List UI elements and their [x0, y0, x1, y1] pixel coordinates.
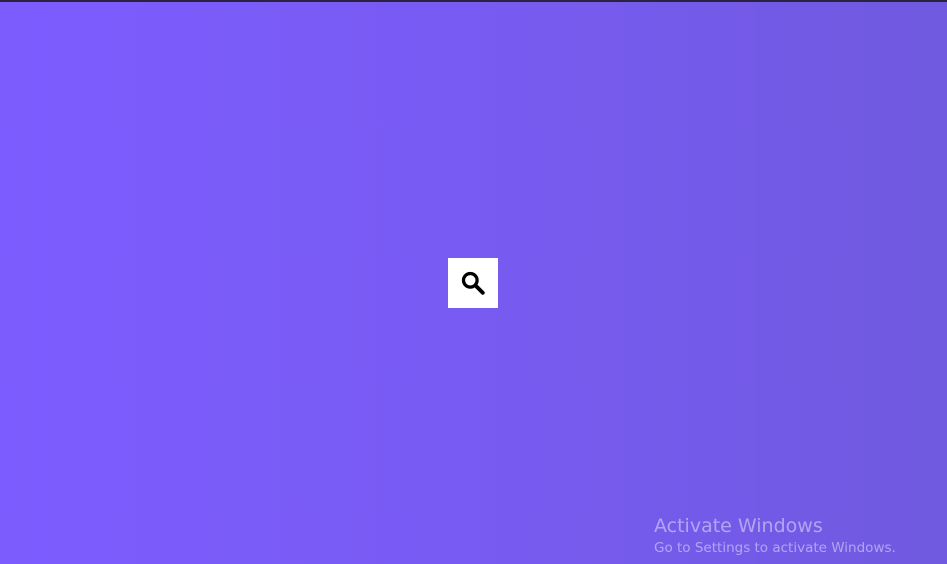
search-icon	[461, 271, 485, 295]
search-button[interactable]	[448, 258, 498, 308]
